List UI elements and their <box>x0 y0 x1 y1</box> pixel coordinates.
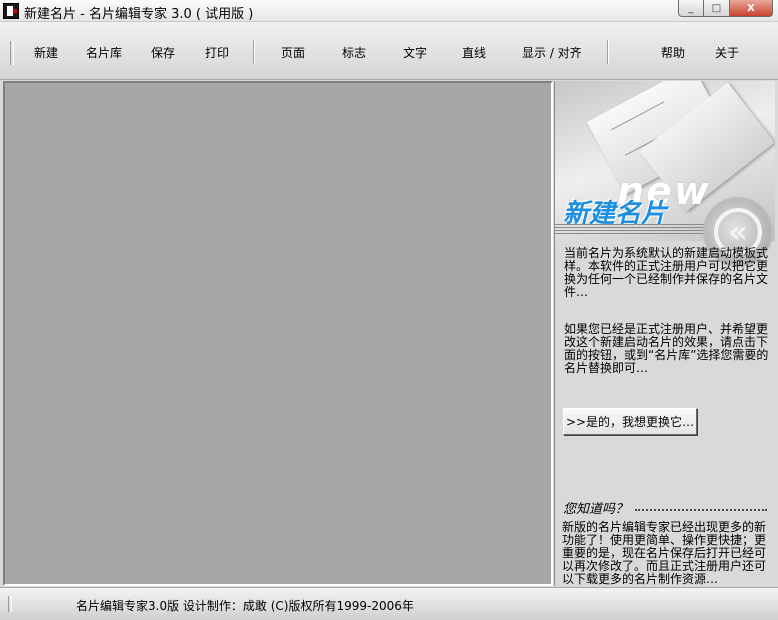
status-grip <box>8 596 12 612</box>
toolbar-separator <box>253 40 255 64</box>
banner-stripes <box>555 224 715 236</box>
help-button[interactable]: 帮助 <box>661 44 685 62</box>
toolbar-grip[interactable] <box>10 41 14 65</box>
toolbar-separator <box>607 40 609 64</box>
line-button[interactable]: 直线 <box>462 44 486 62</box>
close-icon: X <box>747 2 755 14</box>
replace-startup-card-button[interactable]: >>是的，我想更换它… <box>563 408 697 435</box>
close-button[interactable]: X <box>730 0 773 17</box>
save-button[interactable]: 保存 <box>151 44 175 62</box>
new-button[interactable]: 新建 <box>34 44 58 62</box>
about-button[interactable]: 关于 <box>715 44 739 62</box>
status-text: 名片编辑专家3.0版 设计制作：成敢 (C)版权所有1999-2006年 <box>76 599 414 613</box>
display-align-button[interactable]: 显示 / 对齐 <box>522 44 582 62</box>
title-bar: 新建名片 - 名片编辑专家 3.0 ( 试用版 ) _ □ X <box>0 0 778 22</box>
info-text-default: 当前名片为系统默认的新建启动模板式样。本软件的正式注册用户可以把它更换为任何一个… <box>564 246 769 299</box>
card-workspace[interactable] <box>3 81 553 586</box>
main-toolbar: 新建 名片库 保存 打印 页面 标志 文字 直线 显示 / 对齐 帮助 关于 <box>0 22 778 80</box>
minimize-icon: _ <box>688 2 694 14</box>
card-library-button[interactable]: 名片库 <box>86 44 122 62</box>
maximize-icon: □ <box>711 2 722 14</box>
maximize-button[interactable]: □ <box>704 0 730 17</box>
did-you-know-title: 您知道吗？ <box>563 502 629 517</box>
minimize-button[interactable]: _ <box>678 0 704 17</box>
tip-text: 新版的名片编辑专家已经出现更多的新功能了！使用更简单、操作更快捷；更重要的是，现… <box>562 520 767 586</box>
window-controls: _ □ X <box>678 0 773 19</box>
app-icon[interactable] <box>3 3 19 19</box>
page-button[interactable]: 页面 <box>281 44 305 62</box>
text-button[interactable]: 文字 <box>403 44 427 62</box>
info-text-registered: 如果您已经是正式注册用户、并希望更改这个新建启动名片的效果，请点击下面的按钮，或… <box>564 322 769 375</box>
divider <box>635 509 767 511</box>
status-bar: 名片编辑专家3.0版 设计制作：成敢 (C)版权所有1999-2006年 <box>0 587 778 620</box>
side-panel: new 新建名片 « 当前名片为系统默认的新建启动模板式样。本软件的正式注册用户… <box>554 81 775 586</box>
logo-button[interactable]: 标志 <box>342 44 366 62</box>
print-button[interactable]: 打印 <box>205 44 229 62</box>
window-title: 新建名片 - 名片编辑专家 3.0 ( 试用版 ) <box>24 7 254 22</box>
